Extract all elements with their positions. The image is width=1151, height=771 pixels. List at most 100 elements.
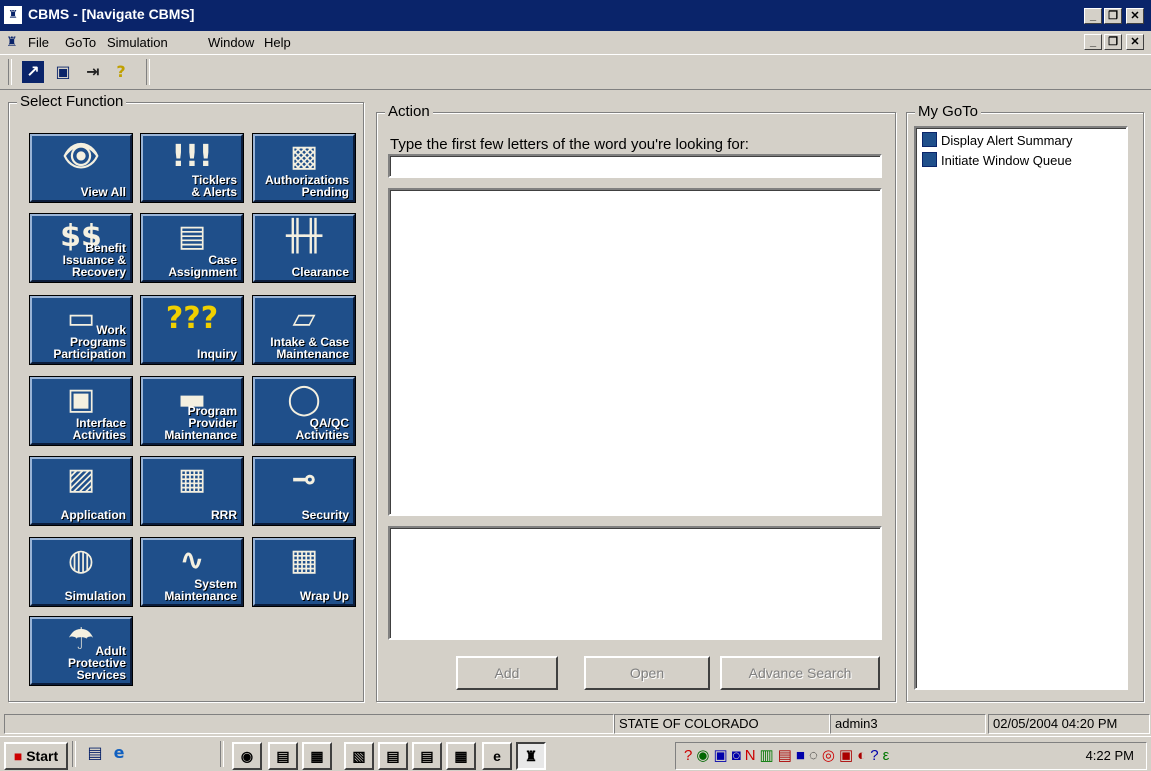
taskbar-app-4[interactable]: ▧ bbox=[344, 742, 374, 770]
goto-item-initiate-window-queue[interactable]: Initiate Window Queue bbox=[922, 152, 1072, 168]
restore-button[interactable]: ❐ bbox=[1104, 8, 1122, 24]
key-icon: ⊸ bbox=[291, 462, 317, 497]
tile-label: RRR bbox=[211, 508, 237, 522]
tile-label: Authorizations Pending bbox=[265, 173, 349, 199]
alert-icon: !!! bbox=[171, 139, 213, 174]
tile-label: Program Provider Maintenance bbox=[164, 404, 237, 442]
navigate-icon[interactable]: ↗ bbox=[22, 61, 44, 83]
start-button[interactable]: ■ Start bbox=[4, 742, 68, 770]
document-icon[interactable]: ♜ bbox=[6, 34, 24, 52]
internet-explorer-icon[interactable]: e bbox=[108, 742, 130, 764]
tile-label: Security bbox=[301, 508, 349, 522]
question-icon: ??? bbox=[165, 301, 219, 336]
exit-door-icon[interactable]: ⇥ bbox=[82, 61, 104, 83]
tile-rrr[interactable]: ▦ RRR bbox=[141, 457, 243, 525]
tile-ticklers-alerts[interactable]: !!! Ticklers & Alerts bbox=[141, 134, 243, 202]
menu-window[interactable]: Window bbox=[208, 35, 254, 50]
tile-adult-protective-services[interactable]: ☂ Adult Protective Services bbox=[30, 617, 132, 685]
app-icon[interactable]: ♜ bbox=[4, 6, 22, 24]
close-button[interactable]: ✕ bbox=[1126, 8, 1144, 24]
taskbar-app-1[interactable]: ◉ bbox=[232, 742, 262, 770]
tile-inquiry[interactable]: ??? Inquiry bbox=[141, 296, 243, 364]
menu-help[interactable]: Help bbox=[264, 35, 291, 50]
printer-icon: ▦ bbox=[177, 462, 207, 497]
tile-security[interactable]: ⊸ Security bbox=[253, 457, 355, 525]
tile-label: View All bbox=[80, 185, 126, 199]
search-input[interactable] bbox=[388, 154, 882, 178]
window-title: CBMS - [Navigate CBMS] bbox=[28, 6, 195, 22]
toolbar-grip bbox=[8, 59, 12, 85]
tile-label: Clearance bbox=[291, 265, 349, 279]
tile-label: Wrap Up bbox=[299, 589, 349, 603]
status-user: admin3 bbox=[830, 714, 986, 734]
tile-application[interactable]: ▨ Application bbox=[30, 457, 132, 525]
taskbar-app-2[interactable]: ▤ bbox=[268, 742, 298, 770]
add-button[interactable]: Add bbox=[456, 656, 558, 690]
tile-qa-qc-activities[interactable]: ◯ QA/QC Activities bbox=[253, 377, 355, 445]
eye-icon: 👁 bbox=[61, 139, 101, 174]
action-legend: Action bbox=[385, 103, 433, 120]
doc-minimize-button[interactable]: _ bbox=[1084, 34, 1102, 50]
clock: 4:22 PM bbox=[1085, 748, 1134, 763]
start-label: Start bbox=[26, 748, 59, 764]
tile-wrap-up[interactable]: ▦ Wrap Up bbox=[253, 538, 355, 606]
projector-icon: ◍ bbox=[67, 543, 95, 578]
help-icon[interactable]: ? bbox=[110, 61, 132, 83]
taskbar-separator bbox=[72, 741, 76, 767]
tile-label: Case Assignment bbox=[168, 253, 237, 279]
taskbar: ■ Start ▤ e ◉ ▤ ▦ ▧ ▤ ▤ ▦ e ♜ ?◉▣◙N▥▤■◌◎… bbox=[0, 736, 1151, 771]
goto-item-display-alert-summary[interactable]: Display Alert Summary bbox=[922, 132, 1072, 148]
tile-case-assignment[interactable]: ▤ Case Assignment bbox=[141, 214, 243, 282]
doc-restore-button[interactable]: ❐ bbox=[1104, 34, 1122, 50]
tile-program-provider-maintenance[interactable]: ▬ Program Provider Maintenance bbox=[141, 377, 243, 445]
minimize-button[interactable]: _ bbox=[1084, 8, 1102, 24]
status-bar: STATE OF COLORADO admin3 02/05/2004 04:2… bbox=[0, 712, 1151, 734]
menu-simulation[interactable]: Simulation bbox=[107, 35, 168, 50]
tray-icons[interactable]: ?◉▣◙N▥▤■◌◎▣◐?ε bbox=[684, 746, 893, 764]
internet-explorer-icon: e bbox=[493, 748, 501, 764]
tile-label: Adult Protective Services bbox=[67, 644, 126, 682]
chart-icon: ∿ bbox=[179, 543, 205, 578]
description-panel[interactable] bbox=[388, 526, 882, 640]
windows-logo-icon: ■ bbox=[13, 748, 23, 764]
results-list[interactable] bbox=[388, 188, 882, 516]
taskbar-separator bbox=[220, 741, 224, 767]
fence-icon: ╫╫ bbox=[285, 219, 323, 254]
tile-system-maintenance[interactable]: ∿ System Maintenance bbox=[141, 538, 243, 606]
tile-clearance[interactable]: ╫╫ Clearance bbox=[253, 214, 355, 282]
taskbar-app-6[interactable]: ▤ bbox=[412, 742, 442, 770]
taskbar-app-cbms[interactable]: ♜ bbox=[516, 742, 546, 770]
tile-label: Inquiry bbox=[196, 347, 237, 361]
menu-goto[interactable]: GoTo bbox=[65, 35, 96, 50]
tile-label: Application bbox=[60, 508, 126, 522]
window-icon bbox=[922, 152, 937, 167]
taskbar-app-8[interactable]: e bbox=[482, 742, 512, 770]
goto-list[interactable]: Display Alert Summary Initiate Window Qu… bbox=[914, 126, 1128, 690]
advance-search-button[interactable]: Advance Search bbox=[720, 656, 880, 690]
open-button[interactable]: Open bbox=[584, 656, 710, 690]
tile-work-programs-participation[interactable]: ▭ Work Programs Participation bbox=[30, 296, 132, 364]
tile-view-all[interactable]: 👁 View All bbox=[30, 134, 132, 202]
taskbar-app-3[interactable]: ▦ bbox=[302, 742, 332, 770]
taskbar-app-5[interactable]: ▤ bbox=[378, 742, 408, 770]
window-icon: ▤ bbox=[420, 748, 434, 764]
tile-label: Ticklers & Alerts bbox=[191, 173, 237, 199]
tile-label: Work Programs Participation bbox=[53, 323, 126, 361]
menu-file[interactable]: File bbox=[28, 35, 49, 50]
taskbar-app-7[interactable]: ▦ bbox=[446, 742, 476, 770]
status-message bbox=[4, 714, 614, 734]
tile-intake-case-maintenance[interactable]: ▱ Intake & Case Maintenance bbox=[253, 296, 355, 364]
select-function-legend: Select Function bbox=[17, 93, 127, 110]
tile-authorizations-pending[interactable]: ▩ Authorizations Pending bbox=[253, 134, 355, 202]
tile-simulation[interactable]: ◍ Simulation bbox=[30, 538, 132, 606]
doc-close-button[interactable]: ✕ bbox=[1126, 34, 1144, 50]
tile-interface-activities[interactable]: ▣ Interface Activities bbox=[30, 377, 132, 445]
status-state: STATE OF COLORADO bbox=[614, 714, 830, 734]
tile-benefit-issuance-recovery[interactable]: $$ Benefit Issuance & Recovery bbox=[30, 214, 132, 282]
screen-icon[interactable]: ▣ bbox=[52, 61, 74, 83]
tile-label: QA/QC Activities bbox=[295, 416, 349, 442]
show-desktop-icon[interactable]: ▤ bbox=[84, 742, 106, 764]
boxes-icon: ▦ bbox=[289, 543, 319, 578]
document-icon: ▦ bbox=[454, 748, 468, 764]
magnifier-icon: ◯ bbox=[287, 382, 321, 417]
